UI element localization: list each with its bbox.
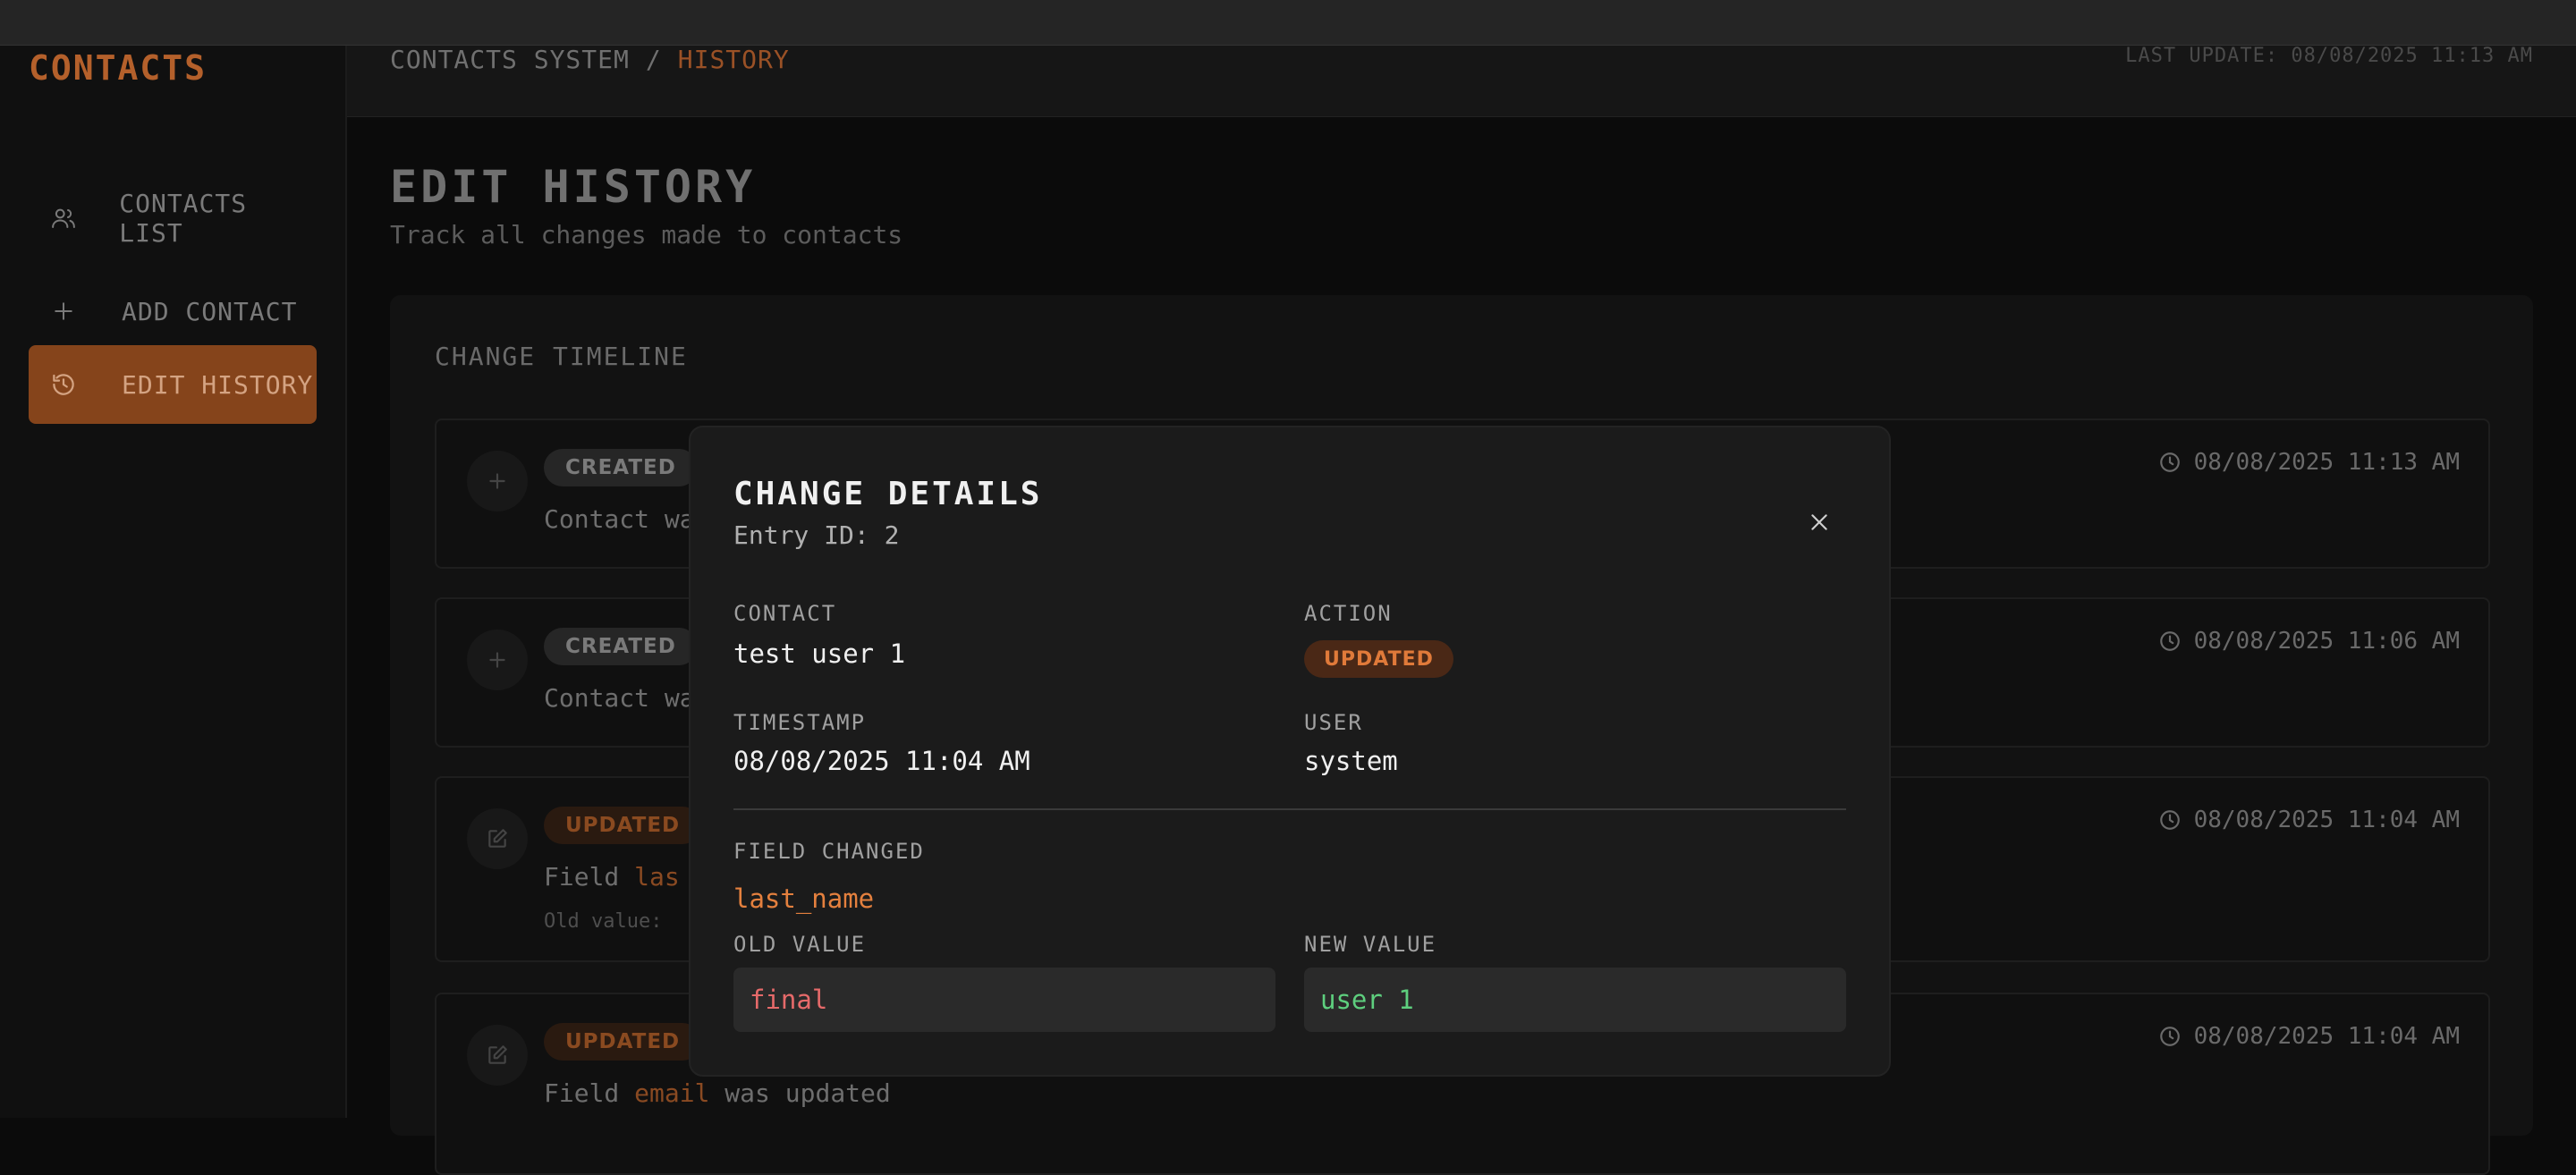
entry-description: Contact wa: [544, 504, 695, 534]
page-subtitle: Track all changes made to contacts: [390, 220, 903, 249]
action-badge: CREATED: [544, 628, 698, 665]
action-badge: UPDATED: [1304, 640, 1453, 678]
breadcrumb-separator: /: [645, 45, 662, 74]
entry-time-text: 08/08/2025 11:04 AM: [2193, 807, 2460, 833]
modal-title: CHANGE DETAILS: [733, 476, 1043, 512]
plus-icon: [467, 630, 528, 690]
change-details-modal: CHANGE DETAILS Entry ID: 2 CONTACT test …: [689, 426, 1891, 1077]
close-button[interactable]: [1803, 506, 1835, 538]
modal-entry-id: Entry ID: 2: [733, 520, 900, 550]
sidebar-item-add-contact[interactable]: ADD CONTACT: [29, 272, 317, 351]
close-icon: [1811, 514, 1827, 530]
sidebar: CONTACTS CONTACTS LIST ADD CONTACT EDIT …: [0, 45, 347, 1118]
entry-time-text: 08/08/2025 11:13 AM: [2193, 449, 2460, 476]
sidebar-item-label: ADD CONTACT: [122, 296, 298, 326]
timestamp-label: TIMESTAMP: [733, 710, 867, 735]
new-value-box: user 1: [1304, 968, 1846, 1032]
entry-time: 08/08/2025 11:13 AM: [2158, 449, 2460, 476]
entry-old-value-label: Old value:: [544, 910, 663, 933]
field-changed-value: last_name: [733, 883, 875, 914]
clock-icon: [2159, 1027, 2180, 1046]
entry-description: Contact wa: [544, 683, 695, 713]
clock-icon: [2159, 452, 2180, 472]
edit-icon: [467, 1025, 528, 1086]
divider: [733, 808, 1846, 810]
breadcrumb-current: HISTORY: [677, 45, 790, 74]
header: CONTACTS SYSTEM / HISTORY LAST UPDATE: 08/…: [347, 45, 2576, 117]
edit-icon: [467, 808, 528, 869]
new-value-label: NEW VALUE: [1304, 932, 1437, 957]
entry-time: 08/08/2025 11:06 AM: [2158, 628, 2460, 655]
last-update: LAST UPDATE: 08/08/2025 11:13 AM: [2125, 45, 2533, 67]
clock-icon: [2159, 810, 2180, 830]
sidebar-item-label: EDIT HISTORY: [122, 369, 314, 400]
entry-time-text: 08/08/2025 11:06 AM: [2193, 628, 2460, 655]
old-value-box: final: [733, 968, 1275, 1032]
breadcrumb: CONTACTS SYSTEM / HISTORY: [390, 45, 790, 74]
contact-value: test user 1: [733, 638, 906, 669]
action-badge: UPDATED: [544, 1023, 702, 1061]
old-value-label: OLD VALUE: [733, 932, 867, 957]
page-title: EDIT HISTORY: [390, 161, 757, 213]
top-bar: [0, 0, 2576, 46]
history-icon: [29, 371, 100, 398]
app-logo[interactable]: CONTACTS: [29, 48, 207, 88]
action-badge: CREATED: [544, 449, 698, 486]
entry-time-text: 08/08/2025 11:04 AM: [2193, 1023, 2460, 1050]
user-value: system: [1304, 746, 1398, 776]
entry-description: Field email was updated: [544, 1078, 891, 1108]
entry-time: 08/08/2025 11:04 AM: [2158, 807, 2460, 833]
sidebar-item-contacts-list[interactable]: CONTACTS LIST: [29, 179, 317, 258]
timestamp-value: 08/08/2025 11:04 AM: [733, 746, 1030, 776]
sidebar-item-label: CONTACTS LIST: [119, 189, 248, 248]
entry-desc-prefix: Field: [544, 1078, 635, 1108]
clock-icon: [2159, 631, 2180, 651]
entry-description: Field las: [544, 862, 680, 892]
action-label: ACTION: [1304, 601, 1393, 626]
field-changed-label: FIELD CHANGED: [733, 839, 925, 864]
plus-icon: [29, 298, 100, 325]
entry-desc-prefix: Field: [544, 862, 635, 892]
contact-label: CONTACT: [733, 601, 837, 626]
sidebar-item-edit-history[interactable]: EDIT HISTORY: [29, 345, 317, 424]
entry-field-name: email: [634, 1078, 710, 1108]
user-label: USER: [1304, 710, 1363, 735]
plus-icon: [467, 451, 528, 511]
entry-field-name: las: [634, 862, 680, 892]
panel-title: CHANGE TIMELINE: [435, 342, 688, 371]
users-icon: [29, 205, 97, 232]
action-badge: UPDATED: [544, 807, 702, 844]
breadcrumb-root[interactable]: CONTACTS SYSTEM: [390, 45, 630, 74]
entry-time: 08/08/2025 11:04 AM: [2158, 1023, 2460, 1050]
entry-desc-suffix: was updated: [709, 1078, 891, 1108]
